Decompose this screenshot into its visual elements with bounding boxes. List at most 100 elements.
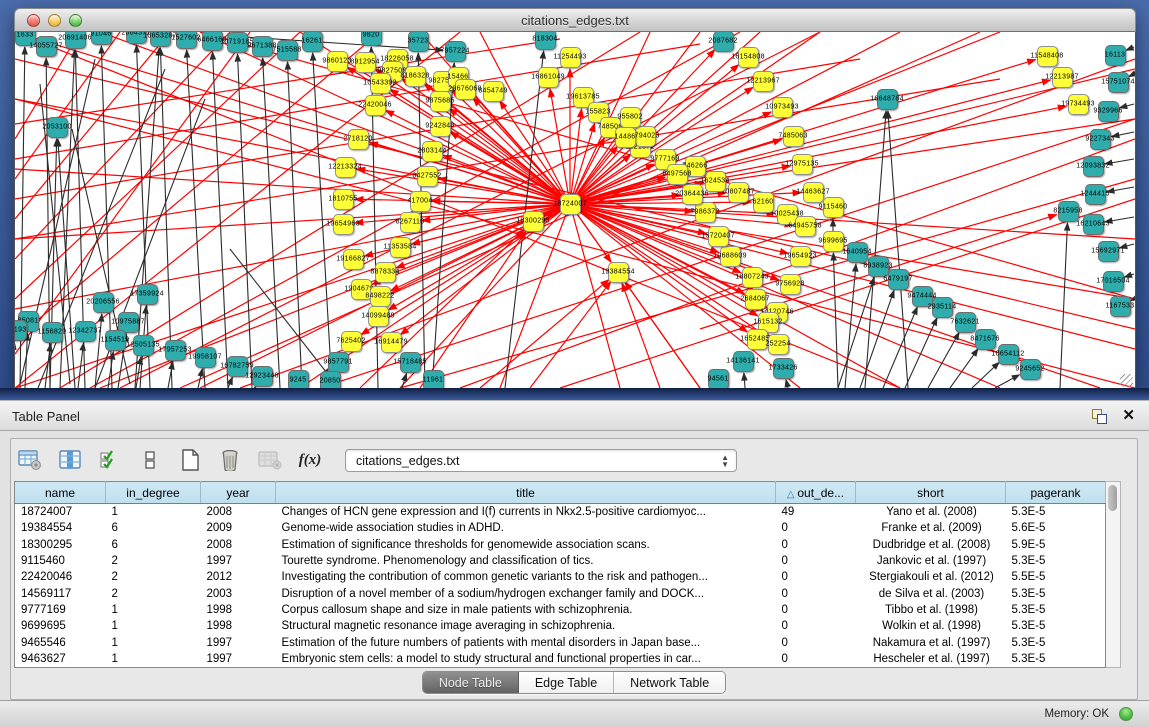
graph-node[interactable]: 1154519 <box>105 330 126 351</box>
table-settings-button[interactable] <box>17 447 43 473</box>
graph-node[interactable]: 20691406 <box>65 32 86 49</box>
graph-node[interactable]: 17016504 <box>1103 271 1124 292</box>
graph-node[interactable]: 12975135 <box>792 154 813 175</box>
graph-node[interactable]: 19166827 <box>343 249 364 270</box>
graph-node[interactable]: 39193 <box>14 320 27 341</box>
graph-node[interactable]: 17359924 <box>137 284 158 305</box>
graph-node[interactable]: 252254 <box>768 334 789 355</box>
table-row[interactable]: 969969511998Structural magnetic resonanc… <box>15 618 1106 634</box>
graph-node[interactable]: 14486 <box>615 127 636 148</box>
graph-node[interactable]: 17957253 <box>165 340 186 361</box>
graph-node[interactable]: 10654112 <box>998 344 1019 365</box>
graph-node[interactable]: 9857791 <box>328 352 349 373</box>
graph-node[interactable]: 7625402 <box>341 331 362 352</box>
graph-node[interactable]: 1810755 <box>333 189 354 210</box>
graph-node[interactable]: 6497568 <box>667 164 688 185</box>
float-panel-button[interactable] <box>1092 409 1107 424</box>
graph-node[interactable]: 9860123 <box>327 51 348 72</box>
table-row[interactable]: 2242004622012Investigating the contribut… <box>15 569 1106 585</box>
graph-node[interactable]: 9242848 <box>430 116 451 137</box>
graph-node[interactable]: 10543392 <box>370 73 391 94</box>
graph-node[interactable]: 15692971 <box>1098 241 1119 262</box>
graph-node[interactable]: 19734493 <box>1068 94 1089 115</box>
graph-node[interactable]: 1624534 <box>705 171 726 192</box>
graph-node[interactable]: 8215958 <box>1058 201 1079 222</box>
graph-node[interactable]: 18807249 <box>742 267 763 288</box>
graph-node[interactable]: 9671388 <box>252 36 273 57</box>
graph-node[interactable]: 9115460 <box>823 197 844 218</box>
tab-edge-table[interactable]: Edge Table <box>519 672 614 693</box>
graph-node[interactable]: 9820 <box>361 32 382 46</box>
column-checklist-button[interactable] <box>97 447 123 473</box>
graph-node[interactable]: 8938923 <box>868 256 889 277</box>
graph-node[interactable]: 955802 <box>620 107 641 128</box>
graph-node[interactable]: 12213324 <box>335 157 356 178</box>
column-header-short[interactable]: short <box>856 482 1006 504</box>
column-header-name[interactable]: name <box>15 482 106 504</box>
graph-node[interactable]: 1244415 <box>1085 184 1106 205</box>
graph-node[interactable]: 64945758 <box>795 216 816 237</box>
import-table-button[interactable] <box>257 447 283 473</box>
graph-node[interactable]: 1733426 <box>773 358 794 379</box>
graph-node[interactable]: 16524851 <box>747 329 768 350</box>
graph-node[interactable]: 10653287 <box>150 32 171 47</box>
table-row[interactable]: 946362711997Embryonic stem cells: a mode… <box>15 651 1106 668</box>
graph-node[interactable]: 8186328 <box>405 66 426 87</box>
graph-node[interactable]: 9756928 <box>780 274 801 295</box>
graph-node[interactable]: 94561 <box>708 369 729 390</box>
graph-node[interactable]: 7485063 <box>783 126 804 147</box>
graph-node[interactable]: 19654963 <box>333 214 354 235</box>
close-panel-button[interactable]: ✕ <box>1122 406 1135 424</box>
graph-node[interactable]: 2718120 <box>348 129 369 150</box>
graph-node[interactable]: 19958107 <box>195 347 216 368</box>
graph-node[interactable]: 12923448 <box>252 366 273 387</box>
graph-node[interactable]: 15720407 <box>708 226 729 247</box>
graph-node[interactable]: 417004 <box>410 191 431 212</box>
graph-node[interactable]: 8471676 <box>975 329 996 350</box>
graph-node[interactable]: 8267110 <box>400 212 421 233</box>
graph-node[interactable]: 1640954 <box>847 242 868 263</box>
graph-node[interactable]: 35723 <box>408 32 429 52</box>
graph-node[interactable]: 7986372 <box>695 202 716 223</box>
table-row[interactable]: 946554611997Estimation of the future num… <box>15 634 1106 650</box>
column-header-out_de[interactable]: △ out_de... <box>776 482 856 504</box>
graph-node[interactable]: 14099489 <box>368 306 389 327</box>
scrollbar-thumb[interactable] <box>1108 485 1117 511</box>
table-selector-combobox[interactable]: citations_edges.txt ▲▼ <box>345 449 737 472</box>
row-height-button[interactable] <box>137 447 163 473</box>
table-row[interactable]: 1830029562008Estimation of significance … <box>15 537 1106 553</box>
resize-grip[interactable] <box>1120 374 1133 387</box>
graph-node[interactable]: 11961 <box>423 370 444 391</box>
graph-node[interactable]: 10688609 <box>720 246 741 267</box>
column-header-year[interactable]: year <box>201 482 276 504</box>
graph-node[interactable]: 12213967 <box>753 71 774 92</box>
graph-node[interactable]: 12342737 <box>75 321 96 342</box>
graph-node[interactable]: 10973493 <box>772 97 793 118</box>
graph-node[interactable]: 8427552 <box>417 166 438 187</box>
graph-node[interactable]: 22420046 <box>365 95 386 116</box>
graph-node[interactable]: 1156829 <box>42 322 63 343</box>
graph-node[interactable]: 6794023 <box>635 126 656 147</box>
table-panel-header[interactable]: Table Panel ✕ <box>0 400 1149 431</box>
tab-node-table[interactable]: Node Table <box>423 672 519 693</box>
graph-node[interactable]: 2087682 <box>713 32 734 52</box>
graph-node[interactable]: 9699695 <box>823 231 844 252</box>
graph-node[interactable]: 2684067 <box>745 289 766 310</box>
delete-table-button[interactable] <box>217 447 243 473</box>
graph-node[interactable]: 16154808 <box>738 47 759 68</box>
graph-node[interactable]: 2935114 <box>932 297 953 318</box>
graph-node[interactable]: 8912954 <box>355 52 376 73</box>
vertical-scrollbar[interactable] <box>1106 481 1121 668</box>
graph-node[interactable]: 9329966 <box>1098 101 1119 122</box>
graph-node[interactable]: 14136141 <box>733 351 754 372</box>
graph-node[interactable]: 6479197 <box>888 269 909 290</box>
graph-node[interactable]: 818304 <box>535 32 556 50</box>
table-row[interactable]: 911546021997Tourette syndrome. Phenomeno… <box>15 553 1106 569</box>
tab-network-table[interactable]: Network Table <box>614 672 725 693</box>
graph-node[interactable]: 8878334 <box>375 262 396 283</box>
graph-node[interactable]: 1527602 <box>176 32 197 49</box>
graph-node[interactable]: 11254493 <box>560 47 581 68</box>
graph-node[interactable]: 19384554 <box>608 262 629 283</box>
graph-node[interactable]: 8454749 <box>483 81 504 102</box>
memory-status-indicator[interactable] <box>1119 707 1133 721</box>
